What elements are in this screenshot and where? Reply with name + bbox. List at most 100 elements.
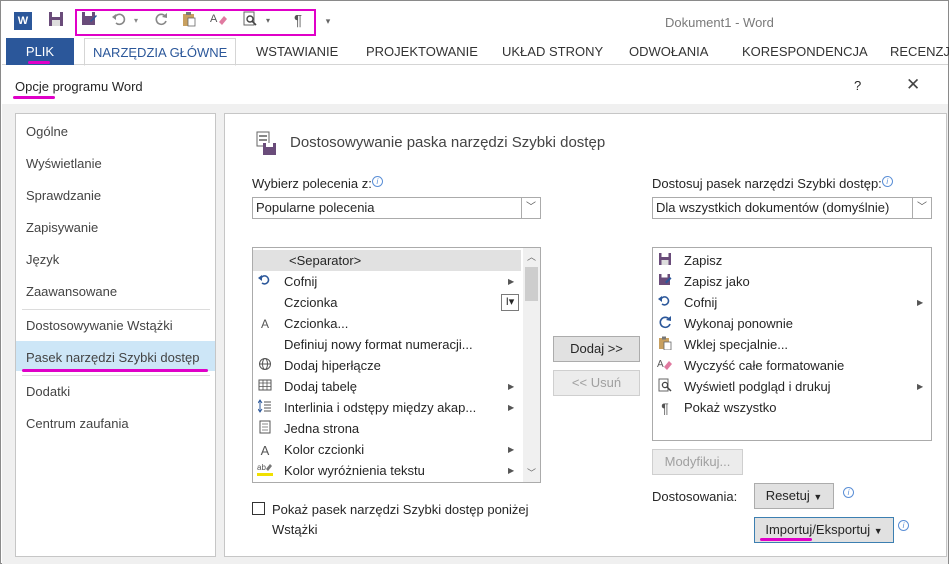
- annotation-underline: [22, 369, 208, 372]
- customize-qat-icon[interactable]: ▾: [318, 11, 338, 31]
- submenu-arrow-icon: ▶: [508, 445, 515, 454]
- tab-mailings[interactable]: KORESPONDENCJA: [742, 38, 868, 65]
- list-item[interactable]: Wyświetl podgląd i drukuj ▶: [653, 376, 931, 397]
- list-item[interactable]: Zapisz jako: [653, 271, 931, 292]
- annotation-underline: [13, 96, 55, 99]
- list-item[interactable]: Jedna strona: [253, 418, 521, 439]
- show-below-ribbon-checkbox[interactable]: [252, 502, 265, 515]
- scrollbar-thumb[interactable]: [525, 267, 538, 301]
- scroll-down-icon[interactable]: ﹀: [527, 466, 536, 479]
- nav-divider: [22, 309, 210, 310]
- info-icon[interactable]: i: [843, 487, 854, 498]
- list-item[interactable]: Definiuj nowy format numeracji...: [253, 334, 521, 355]
- clear-formatting-icon: A: [657, 356, 673, 377]
- list-item[interactable]: Dodaj tabelę ▶: [253, 376, 521, 397]
- save-as-icon: [657, 272, 673, 293]
- nav-item-trust-center[interactable]: Centrum zaufania: [26, 416, 129, 431]
- submenu-arrow-icon: ▶: [508, 403, 515, 412]
- undo-icon: [657, 293, 673, 314]
- submenu-arrow-icon: ▶: [508, 277, 515, 286]
- font-icon: A: [260, 317, 269, 331]
- tab-layout[interactable]: UKŁAD STRONY: [502, 38, 603, 65]
- list-item[interactable]: Wykonaj ponownie: [653, 313, 931, 334]
- nav-item-save[interactable]: Zapisywanie: [26, 220, 98, 235]
- info-icon[interactable]: i: [881, 176, 893, 187]
- svg-text:A: A: [657, 359, 664, 370]
- nav-item-customize-ribbon[interactable]: Dostosowywanie Wstążki: [26, 318, 173, 333]
- paste-special-icon: [657, 335, 673, 356]
- list-item[interactable]: Cofnij ▶: [653, 292, 931, 313]
- submenu-arrow-icon: ▶: [917, 298, 924, 307]
- tab-design[interactable]: PROJEKTOWANIE: [366, 38, 478, 65]
- remove-button[interactable]: << Usuń: [553, 370, 640, 396]
- font-color-icon: A: [260, 443, 270, 458]
- chevron-down-icon: ▼: [873, 526, 883, 536]
- undo-icon: [257, 272, 273, 293]
- pilcrow-icon: ¶: [661, 400, 669, 416]
- chevron-down-icon[interactable]: ﹀: [521, 198, 540, 218]
- annotation-underline: [760, 538, 812, 541]
- show-below-ribbon-label[interactable]: Pokaż pasek narzędzi Szybki dostęp poniż…: [272, 500, 552, 540]
- list-item[interactable]: Dodaj hiperłącze: [253, 355, 521, 376]
- nav-item-proofing[interactable]: Sprawdzanie: [26, 188, 101, 203]
- list-item[interactable]: A Wyczyść całe formatowanie: [653, 355, 931, 376]
- dialog-content: Ogólne Wyświetlanie Sprawdzanie Zapisywa…: [2, 104, 948, 564]
- nav-item-quick-access-toolbar[interactable]: Pasek narzędzi Szybki dostęp: [26, 350, 199, 365]
- clear-formatting-icon[interactable]: A: [209, 11, 229, 31]
- submenu-arrow-icon: ▶: [508, 466, 515, 475]
- close-icon[interactable]: ✕: [906, 75, 920, 95]
- modify-button[interactable]: Modyfikuj...: [652, 449, 743, 475]
- list-item[interactable]: Czcionka I▾: [253, 292, 521, 313]
- list-item[interactable]: Interlinia i odstępy między akap... ▶: [253, 397, 521, 418]
- undo-dropdown-icon[interactable]: ▾: [126, 11, 146, 31]
- print-preview-icon: [657, 377, 673, 398]
- list-item[interactable]: Cofnij ▶: [253, 271, 521, 292]
- nav-item-advanced[interactable]: Zaawansowane: [26, 284, 117, 299]
- list-item[interactable]: Wklej specjalnie...: [653, 334, 931, 355]
- svg-text:A: A: [210, 13, 218, 25]
- help-button[interactable]: ?: [854, 78, 861, 93]
- reset-button[interactable]: Resetuj ▼: [754, 483, 834, 509]
- nav-item-language[interactable]: Język: [26, 252, 59, 267]
- paste-special-icon[interactable]: [179, 11, 199, 31]
- nav-item-general[interactable]: Ogólne: [26, 124, 68, 139]
- tab-references[interactable]: ODWOŁANIA: [629, 38, 708, 65]
- list-item[interactable]: A Czcionka...: [253, 313, 521, 334]
- list-item[interactable]: ab Kolor wyróżnienia tekstu ▶: [253, 460, 521, 481]
- tab-insert[interactable]: WSTAWIANIE: [256, 38, 338, 65]
- print-preview-icon[interactable]: [240, 11, 260, 31]
- save-icon[interactable]: [46, 11, 66, 31]
- redo-icon[interactable]: [151, 11, 171, 31]
- choose-commands-dropdown[interactable]: Popularne polecenia ﹀: [252, 197, 541, 219]
- tab-review[interactable]: RECENZJ: [890, 38, 949, 65]
- dialog-header: Opcje programu Word ? ✕: [2, 66, 948, 104]
- scroll-up-icon[interactable]: ︿: [527, 250, 536, 263]
- nav-item-addins[interactable]: Dodatki: [26, 384, 70, 399]
- customize-qat-label: Dostosuj pasek narzędzi Szybki dostęp: i: [652, 176, 893, 191]
- pilcrow-icon[interactable]: ¶: [288, 11, 308, 31]
- highlight-icon: ab: [257, 461, 273, 482]
- info-icon[interactable]: i: [371, 176, 383, 187]
- save-as-icon[interactable]: [79, 11, 99, 31]
- title-bar: W ▾ A ▾ ¶ ▾ Dokument1 - Word: [2, 2, 948, 38]
- chevron-down-icon[interactable]: ﹀: [912, 198, 931, 218]
- list-item[interactable]: A Kolor czcionki ▶: [253, 439, 521, 460]
- list-item[interactable]: ¶ Pokaż wszystko: [653, 397, 931, 418]
- commands-scrollbar[interactable]: ︿ ﹀: [523, 248, 540, 482]
- choose-commands-label: Wybierz polecenia z: i: [252, 176, 383, 191]
- qat-settings-panel: Dostosowywanie paska narzędzi Szybki dos…: [224, 113, 947, 557]
- print-preview-dropdown-icon[interactable]: ▾: [258, 11, 278, 31]
- customize-qat-dropdown[interactable]: Dla wszystkich dokumentów (domyślnie) ﹀: [652, 197, 932, 219]
- add-button[interactable]: Dodaj >>: [553, 336, 640, 362]
- list-item[interactable]: <Separator>: [253, 250, 521, 271]
- nav-item-display[interactable]: Wyświetlanie: [26, 156, 102, 171]
- hyperlink-icon: [257, 356, 273, 377]
- commands-list[interactable]: <Separator> Cofnij ▶ Czcionka I▾ A Czcio…: [252, 247, 541, 483]
- word-logo-icon[interactable]: W: [14, 12, 32, 30]
- document-title: Dokument1 - Word: [665, 15, 774, 30]
- qat-items-list[interactable]: Zapisz Zapisz jako Cofnij ▶ Wykonaj pono…: [652, 247, 932, 441]
- info-icon[interactable]: i: [898, 520, 909, 531]
- list-item[interactable]: Zapisz: [653, 250, 931, 271]
- tab-home[interactable]: NARZĘDZIA GŁÓWNE: [84, 38, 237, 66]
- dialog-title: Opcje programu Word: [15, 79, 143, 94]
